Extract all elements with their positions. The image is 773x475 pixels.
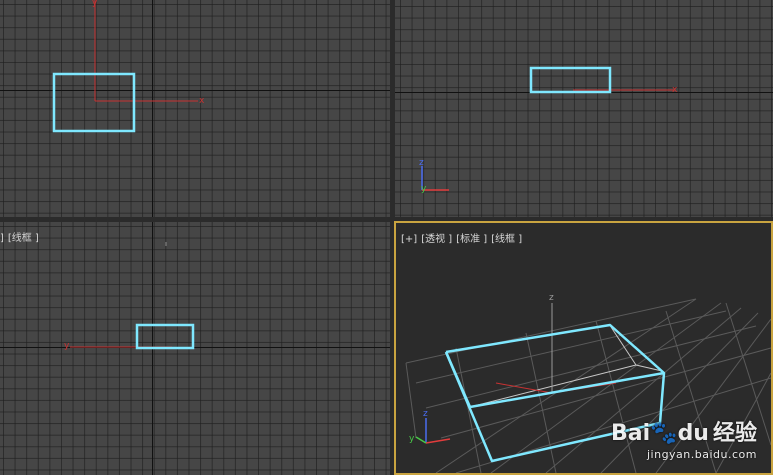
baidu-logo: Bai🐾du xyxy=(611,421,709,446)
left-viewport-scene xyxy=(70,242,195,350)
gizmo-label-y: y xyxy=(409,434,415,444)
gizmo-label-y: y xyxy=(421,184,427,194)
gizmo-label-z: z xyxy=(423,409,428,419)
watermark-jingyan-text: 经验 xyxy=(712,421,757,446)
gizmo-x-axis xyxy=(425,438,451,444)
axis-label-x: x xyxy=(199,96,205,106)
top-viewport-scene xyxy=(52,0,198,133)
viewport-layout: x y x z y ] [线框 ] y [+] [透视 ] [标准 ] [线框 ] xyxy=(0,0,773,475)
axis-label-y: y xyxy=(92,0,98,8)
left-viewport[interactable]: ] [线框 ] y xyxy=(0,222,390,475)
front-viewport[interactable]: x z y xyxy=(395,0,773,217)
selected-box-left[interactable] xyxy=(135,323,195,350)
axis-label-z: z xyxy=(549,293,554,303)
axis-label-y: y xyxy=(64,341,70,351)
perspective-viewport[interactable]: [+] [透视 ] [标准 ] [线框 ] z z y Bai🐾du 经验 ji… xyxy=(394,221,773,475)
axis-label-x: x xyxy=(672,85,678,95)
gizmo-y-axis xyxy=(415,436,427,444)
box-hidden-edges xyxy=(469,326,663,408)
watermark-url: jingyan.baidu.com xyxy=(646,448,757,461)
selected-box-front[interactable] xyxy=(529,66,612,94)
front-viewport-scene xyxy=(421,66,675,191)
gizmo-label-z: z xyxy=(419,158,424,168)
baidu-jingyan-watermark: Bai🐾du 经验 jingyan.baidu.com xyxy=(611,415,757,461)
selected-box-top[interactable] xyxy=(52,72,136,133)
top-viewport[interactable]: x y xyxy=(0,0,390,217)
